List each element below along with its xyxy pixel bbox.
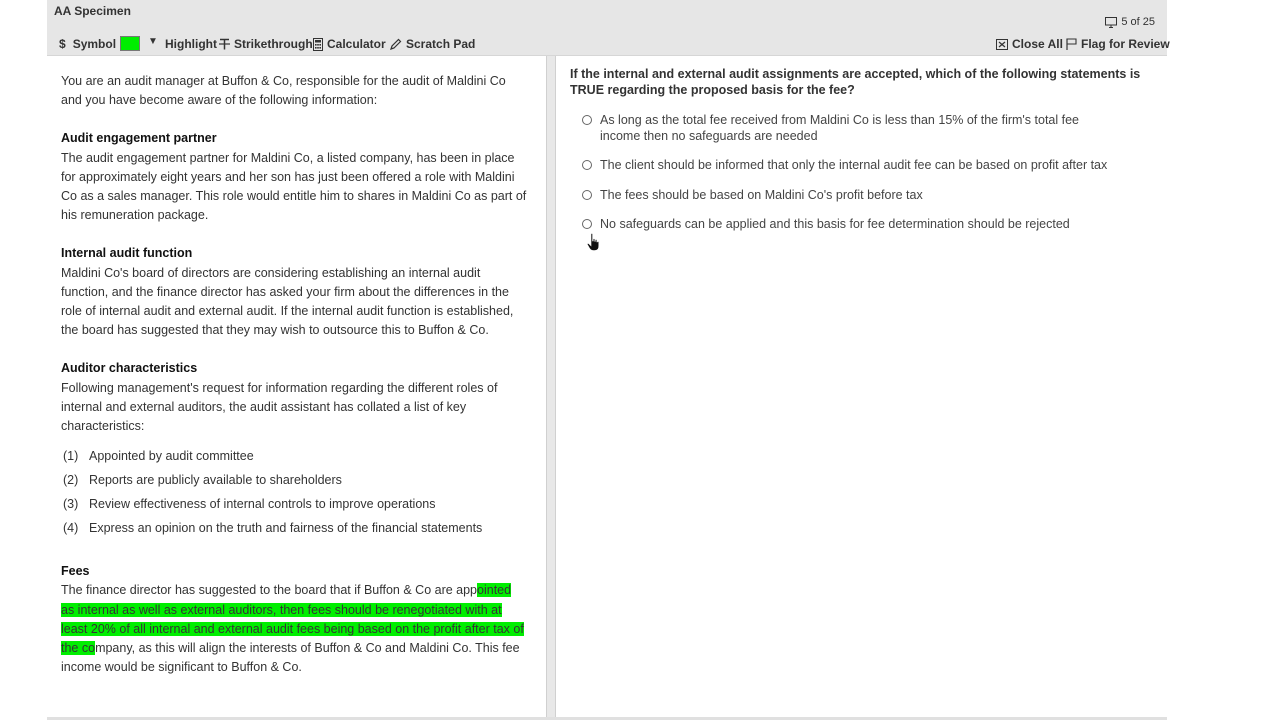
section-body: Maldini Co's board of directors are cons… (61, 265, 514, 338)
flag-for-review-label: Flag for Review (1081, 37, 1170, 51)
option-text: As long as the total fee received from M… (600, 113, 1080, 143)
strikethrough-icon (219, 38, 230, 50)
calculator-icon (313, 37, 323, 51)
scratch-pad-label: Scratch Pad (406, 37, 476, 51)
close-all-button[interactable]: Close All (996, 36, 1063, 52)
list-number: (2) (63, 472, 79, 487)
section-heading: Internal audit function (61, 246, 193, 261)
pencil-icon (390, 38, 402, 50)
radio-button[interactable] (582, 219, 592, 229)
scenario-intro: You are an audit manager at Buffon & Co,… (61, 74, 506, 108)
strikethrough-label: Strikethrough (234, 37, 313, 51)
close-all-label: Close All (1012, 37, 1063, 51)
option-text: The client should be informed that only … (600, 158, 1108, 172)
scenario-pane[interactable]: You are an audit manager at Buffon & Co,… (47, 56, 547, 718)
list-item: (3) Review effectiveness of internal con… (61, 492, 527, 516)
list-text: Review effectiveness of internal control… (89, 496, 436, 511)
fees-text-before: The finance director has suggested to th… (61, 583, 478, 598)
section-heading: Auditor characteristics (61, 361, 198, 376)
radio-button[interactable] (582, 115, 592, 125)
fees-body: The finance director has suggested to th… (61, 581, 527, 677)
flag-icon (1066, 38, 1077, 50)
fees-text-after: mpany, as this will align the interests … (61, 641, 520, 675)
list-number: (4) (63, 520, 79, 535)
section-heading: Fees (61, 564, 90, 579)
list-item: (2) Reports are publicly available to sh… (61, 468, 527, 492)
list-text: Reports are publicly available to shareh… (89, 472, 342, 487)
question-list-icon (1105, 16, 1118, 28)
hand-cursor-icon (587, 233, 599, 251)
title-bar: AA Specimen 5 of 25 (47, 0, 1167, 33)
dollar-icon: $ (59, 37, 66, 51)
section-heading: Audit engagement partner (61, 131, 217, 146)
scratch-pad-button[interactable]: Scratch Pad (390, 36, 475, 52)
option-text: The fees should be based on Maldini Co's… (600, 188, 923, 202)
highlight-label: Highlight (165, 37, 217, 51)
option-text: No safeguards can be applied and this ba… (600, 217, 1070, 231)
exam-window: AA Specimen 5 of 25 $ Symbol ▼ Highlight (47, 0, 1170, 720)
flag-for-review-button[interactable]: Flag for Review (1066, 36, 1170, 52)
section-body: Following management's request for infor… (61, 380, 498, 434)
pane-divider[interactable] (547, 56, 556, 718)
question-pane: If the internal and external audit assig… (556, 56, 1167, 718)
highlight-color-swatch[interactable] (120, 36, 140, 51)
radio-button[interactable] (582, 190, 592, 200)
calculator-label: Calculator (327, 37, 386, 51)
scenario-text: You are an audit manager at Buffon & Co,… (61, 72, 527, 677)
radio-button[interactable] (582, 160, 592, 170)
answer-option-a[interactable]: As long as the total fee received from M… (582, 112, 1142, 144)
close-window-icon (996, 38, 1008, 50)
list-item: (4) Express an opinion on the truth and … (61, 516, 527, 540)
exam-title: AA Specimen (54, 4, 131, 18)
answer-option-d[interactable]: No safeguards can be applied and this ba… (582, 216, 1142, 232)
toolbar: $ Symbol ▼ Highlight Strikethrough Calcu… (47, 33, 1170, 56)
list-number: (1) (63, 448, 79, 463)
chevron-down-icon[interactable]: ▼ (148, 36, 158, 47)
answer-option-c[interactable]: The fees should be based on Maldini Co's… (582, 187, 1142, 203)
symbol-button[interactable]: $ Symbol (59, 36, 116, 52)
answer-option-b[interactable]: The client should be informed that only … (582, 157, 1142, 173)
question-progress: 5 of 25 (1105, 16, 1155, 28)
calculator-button[interactable]: Calculator (313, 36, 386, 52)
section-body: The audit engagement partner for Maldini… (61, 150, 527, 223)
question-stem: If the internal and external audit assig… (570, 67, 1141, 97)
list-number: (3) (63, 496, 79, 511)
progress-label: 5 of 25 (1121, 16, 1155, 28)
list-text: Express an opinion on the truth and fair… (89, 520, 483, 535)
list-text: Appointed by audit committee (89, 448, 254, 463)
strikethrough-button[interactable]: Strikethrough (219, 36, 313, 52)
highlight-button[interactable]: Highlight (165, 36, 217, 52)
symbol-label: Symbol (72, 37, 117, 51)
list-item: (1) Appointed by audit committee (61, 444, 527, 468)
